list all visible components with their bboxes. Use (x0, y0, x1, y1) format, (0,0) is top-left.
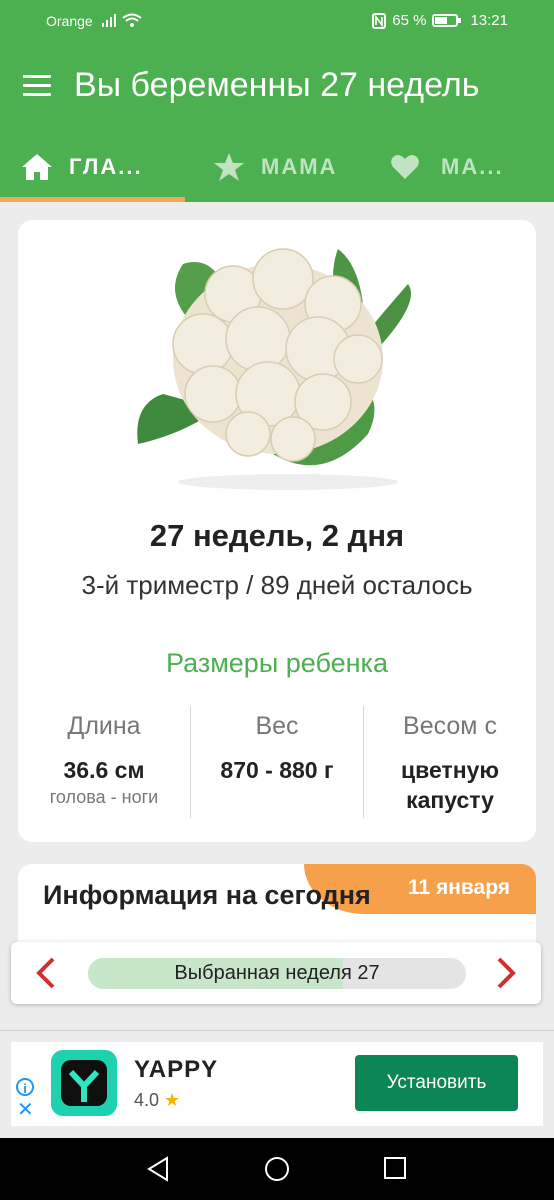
menu-icon[interactable] (23, 75, 51, 97)
weight-value: 870 - 880 г (220, 757, 334, 783)
battery-icon (432, 14, 462, 27)
heart-icon (391, 155, 419, 179)
length-value: 36.6 см (63, 757, 145, 783)
cauliflower-image (137, 248, 411, 490)
baby-sizes-heading: Размеры ребенка (166, 648, 388, 678)
home-nav-icon[interactable] (264, 1156, 290, 1182)
yappy-logo (51, 1050, 117, 1116)
tab-mom[interactable]: МАМА (213, 132, 337, 202)
battery-percent: 65 % (392, 12, 427, 29)
chevron-left-icon[interactable] (31, 957, 61, 989)
trimester-text: 3-й триместр / 89 дней осталось (81, 570, 473, 600)
ad-info-icon[interactable]: i (16, 1078, 34, 1096)
clock: 13:21 (470, 12, 508, 29)
nfc-icon (372, 12, 387, 29)
week-day-text: 27 недель, 2 дня (149, 518, 405, 553)
system-nav-bar (0, 1138, 554, 1200)
tab-baby[interactable]: МА... (391, 132, 504, 202)
signal-wifi-icon (102, 13, 142, 27)
weight-column: Вес 870 - 880 г (190, 706, 363, 818)
app-bar: Вы беременны 27 недель (0, 42, 554, 132)
comparison-label: Весом с (403, 712, 497, 740)
tab-bar: ГЛА... МАМА МА... (0, 132, 554, 202)
recents-icon[interactable] (383, 1156, 407, 1180)
home-icon (22, 154, 52, 180)
week-selector: Выбранная неделя 27 (11, 942, 541, 1004)
weight-label: Вес (255, 712, 299, 740)
tab-main[interactable]: ГЛА... (21, 132, 143, 202)
length-label: Длина (67, 712, 141, 740)
week-progress-bar: Выбранная неделя 27 (88, 958, 466, 989)
tab-indicator (0, 197, 185, 202)
chevron-right-icon[interactable] (491, 957, 521, 989)
ad-app-name: YAPPY (134, 1056, 219, 1083)
today-info-title: Информация на сегодня (43, 880, 371, 910)
ad-rating-value: 4.0 (134, 1090, 160, 1110)
tab-label: МАМА (261, 154, 338, 179)
star-rating-icon: ★ (164, 1090, 181, 1110)
comparison-value-line1: цветную (400, 757, 500, 783)
comparison-value: цветную капусту (364, 755, 536, 815)
status-bar: Orange 65 % 13:21 (0, 0, 554, 42)
length-subtitle: голова - ноги (49, 787, 159, 807)
tab-label: ГЛА... (69, 154, 143, 179)
back-icon[interactable] (145, 1156, 171, 1182)
length-column: Длина 36.6 см голова - ноги (18, 706, 190, 818)
divider (0, 1030, 554, 1031)
page-title: Вы беременны 27 недель (74, 66, 480, 104)
comparison-column: Весом с цветную капусту (363, 706, 536, 818)
comparison-value-line2: капусту (406, 787, 494, 813)
carrier-name: Orange (46, 13, 93, 29)
selected-week-label: Выбранная неделя 27 (174, 962, 380, 984)
ad-close-icon[interactable]: ✕ (17, 1100, 34, 1120)
star-icon (214, 153, 244, 181)
install-button[interactable]: Установить (355, 1055, 518, 1111)
today-info-card[interactable]: 11 января Информация на сегодня (18, 864, 536, 954)
tab-label: МА... (441, 154, 504, 179)
ad-rating: 4.0 ★ (134, 1090, 180, 1111)
baby-size-columns: Длина 36.6 см голова - ноги Вес 870 - 88… (18, 706, 536, 818)
pregnancy-summary-card: 27 недель, 2 дня 3-й триместр / 89 дней … (18, 220, 536, 842)
ad-banner[interactable]: i ✕ YAPPY 4.0 ★ Установить (11, 1042, 543, 1126)
